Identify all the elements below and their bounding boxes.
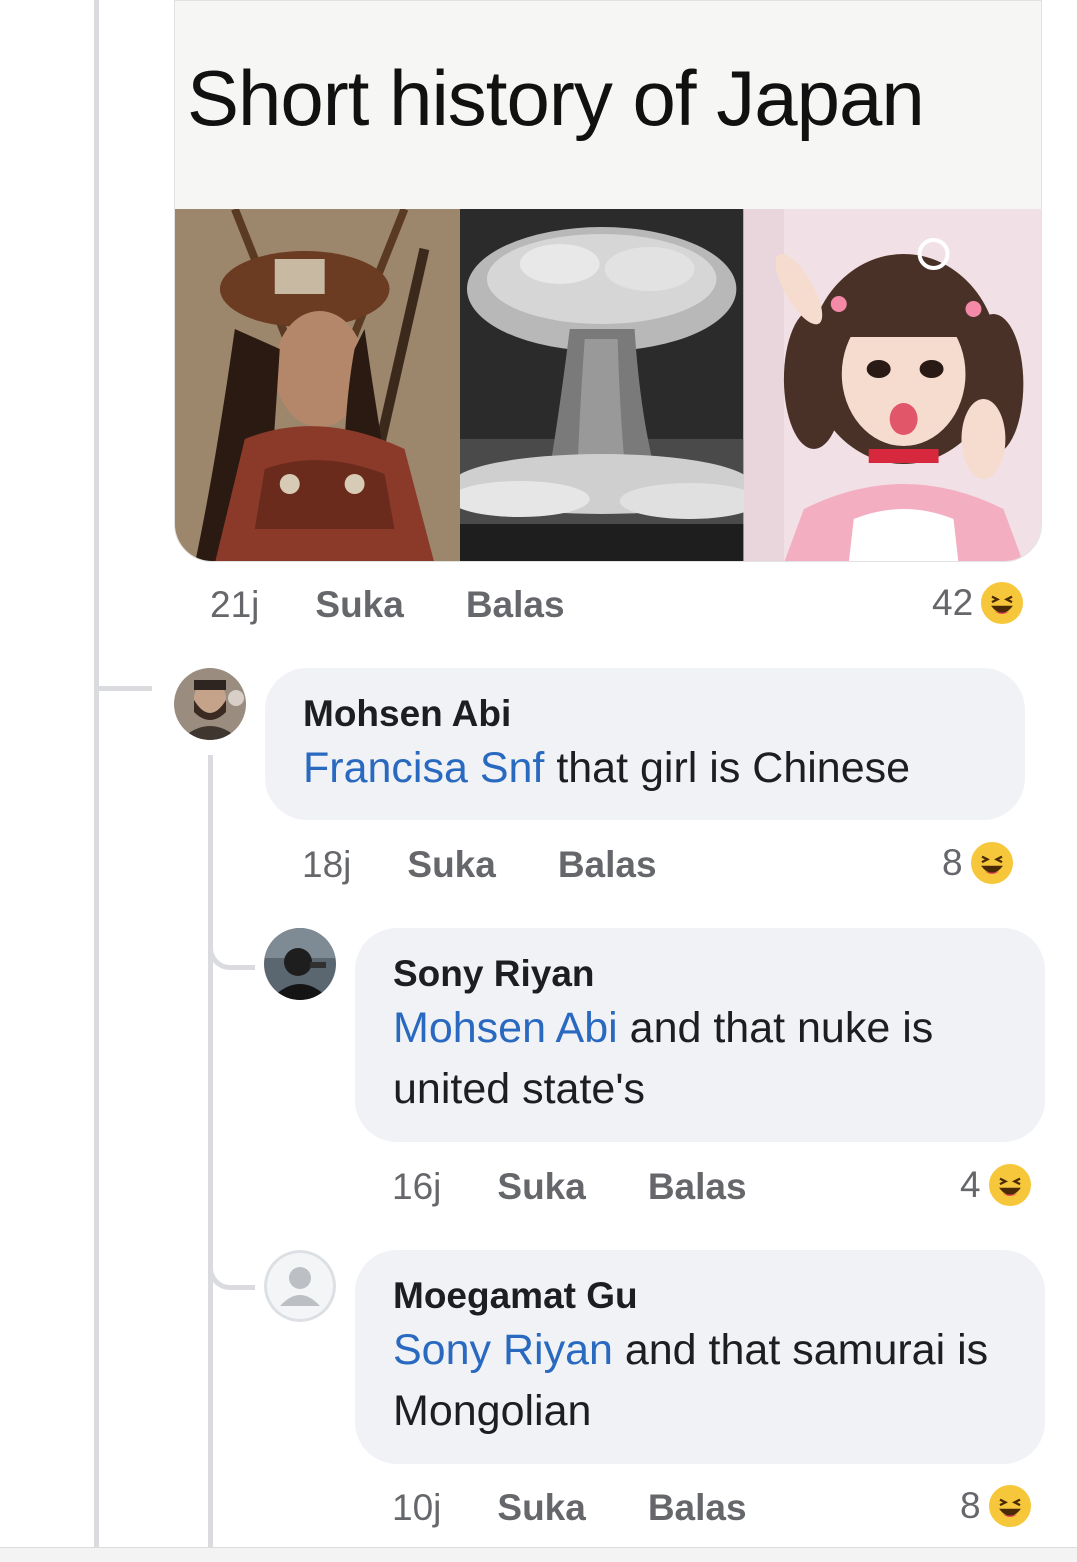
comment-like-button[interactable]: Suka xyxy=(407,844,495,886)
mention-link[interactable]: Mohsen Abi xyxy=(393,1004,618,1052)
avatar[interactable] xyxy=(264,928,336,1000)
comment-text: Francisa Snf that girl is Chinese xyxy=(303,738,987,799)
comment-reactions[interactable]: 4 xyxy=(960,1162,1033,1208)
comment-like-button[interactable]: Suka xyxy=(497,1166,585,1208)
haha-emoji-icon xyxy=(968,840,1015,886)
comment-reaction-count: 4 xyxy=(960,1164,981,1205)
comment-author[interactable]: Mohsen Abi xyxy=(303,690,987,738)
post-actions: 21j Suka Balas xyxy=(210,584,627,626)
comment-reaction-count: 8 xyxy=(942,842,963,883)
post-reaction-count: 42 xyxy=(932,582,974,623)
comment-like-button[interactable]: Suka xyxy=(497,1487,585,1529)
comment-reply-button[interactable]: Balas xyxy=(648,1166,747,1208)
comment-text: Mohsen Abi and that nuke is united state… xyxy=(393,998,1007,1120)
comment-timestamp[interactable]: 18j xyxy=(302,844,351,886)
comment-reactions[interactable]: 8 xyxy=(960,1483,1033,1529)
comment-reply-button[interactable]: Balas xyxy=(648,1487,747,1529)
cosplay-girl-photo xyxy=(743,209,1041,561)
thread-connector-2 xyxy=(208,920,255,970)
comment-thread: Short history of Japan 21j Suka Balas 42… xyxy=(0,0,1077,1562)
comment-reactions[interactable]: 8 xyxy=(942,840,1015,886)
comment-actions: 10j Suka Balas xyxy=(392,1487,809,1529)
comment-bubble: Moegamat Gu Sony Riyan and that samurai … xyxy=(355,1250,1045,1464)
haha-emoji-icon xyxy=(979,580,1026,626)
meme-caption: Short history of Japan xyxy=(175,1,1041,209)
thread-line-reply xyxy=(208,755,213,1562)
comment-timestamp[interactable]: 16j xyxy=(392,1166,441,1208)
thread-connector-1 xyxy=(94,640,152,691)
samurai-illustration xyxy=(175,209,461,561)
comment-author[interactable]: Sony Riyan xyxy=(393,950,1007,998)
meme-panels xyxy=(175,209,1041,561)
haha-emoji-icon xyxy=(986,1483,1033,1529)
comment-author[interactable]: Moegamat Gu xyxy=(393,1272,1007,1320)
post-timestamp[interactable]: 21j xyxy=(210,584,259,626)
comment-actions: 16j Suka Balas xyxy=(392,1166,809,1208)
haha-emoji-icon xyxy=(986,1162,1033,1208)
post-reactions[interactable]: 42 xyxy=(932,580,1026,626)
mushroom-cloud-photo xyxy=(460,209,744,561)
mention-link[interactable]: Sony Riyan xyxy=(393,1326,613,1374)
comment-body: that girl is Chinese xyxy=(544,744,911,792)
comment-reaction-count: 8 xyxy=(960,1485,981,1526)
bottom-edge xyxy=(0,1547,1077,1562)
default-avatar-icon[interactable] xyxy=(264,1250,336,1322)
comment-text: Sony Riyan and that samurai is Mongolian xyxy=(393,1320,1007,1442)
comment-actions: 18j Suka Balas xyxy=(302,844,719,886)
thread-connector-3 xyxy=(208,1240,255,1290)
thread-line-main xyxy=(94,0,99,1562)
comment-reply-button[interactable]: Balas xyxy=(558,844,657,886)
comment-timestamp[interactable]: 10j xyxy=(392,1487,441,1529)
post-like-button[interactable]: Suka xyxy=(315,584,403,626)
mention-link[interactable]: Francisa Snf xyxy=(303,744,544,792)
post-reply-button[interactable]: Balas xyxy=(466,584,565,626)
avatar[interactable] xyxy=(174,668,246,740)
meme-image[interactable]: Short history of Japan xyxy=(174,0,1042,562)
comment-bubble: Mohsen Abi Francisa Snf that girl is Chi… xyxy=(265,668,1025,820)
comment-bubble: Sony Riyan Mohsen Abi and that nuke is u… xyxy=(355,928,1045,1142)
